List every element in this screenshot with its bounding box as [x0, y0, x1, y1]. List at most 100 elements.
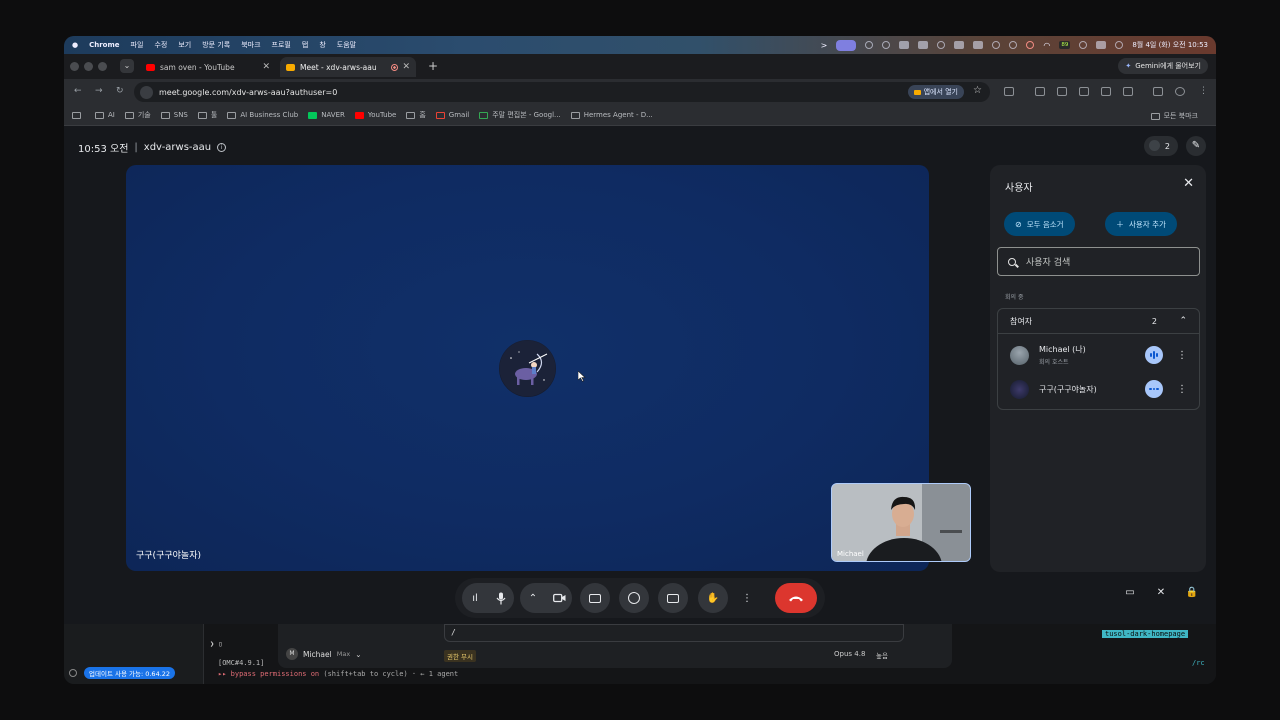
new-tab-button[interactable]: + [428, 59, 438, 73]
close-tab-icon[interactable]: ✕ [262, 62, 270, 72]
back-icon[interactable]: ← [74, 86, 82, 96]
more-options-icon[interactable]: ⋮ [1177, 350, 1187, 361]
close-tab-icon[interactable]: ✕ [402, 62, 410, 72]
apps-grid-icon[interactable] [72, 111, 85, 119]
bookmark-folder-tools[interactable]: 툴 [197, 110, 217, 120]
menu-extra-icon[interactable] [973, 41, 984, 49]
chat-icon[interactable]: ▭ [1116, 578, 1144, 606]
open-in-app-button[interactable]: 앱에서 열기 [907, 85, 964, 99]
sparkle-icon[interactable] [865, 41, 874, 49]
more-options-icon[interactable]: ⋮ [1177, 384, 1187, 395]
close-panel-icon[interactable]: ✕ [1183, 176, 1194, 191]
bug-icon[interactable] [918, 41, 929, 49]
meeting-info-icon[interactable]: i [217, 143, 227, 152]
host-controls-lock-icon[interactable]: 🔒 [1178, 578, 1206, 606]
reading-list-icon[interactable] [1153, 87, 1163, 96]
info-icon[interactable] [69, 669, 77, 677]
participant-row[interactable]: 구구(구구야놀자) ⋮ [998, 372, 1199, 406]
screen-share-status-icon[interactable] [836, 39, 857, 51]
chevron-up-icon[interactable]: ⌃ [1179, 316, 1187, 326]
tab-youtube[interactable]: sam oven - YouTube ✕ [140, 57, 276, 77]
bookmark-ai-business-club[interactable]: AI Business Club [227, 111, 298, 119]
search-people-input[interactable]: 사용자 검색 [997, 247, 1200, 276]
menu-bookmarks[interactable]: 북마크 [241, 40, 260, 50]
end-call-button[interactable] [775, 583, 817, 613]
keyboard-icon[interactable] [954, 41, 965, 49]
bookmark-hermes-agent[interactable]: Hermes Agent - D... [570, 111, 653, 119]
reactions-button[interactable] [619, 583, 649, 613]
activities-pen-icon[interactable]: ✎ [1186, 136, 1206, 156]
chevron-right-icon[interactable]: > [821, 41, 828, 50]
tab-meet[interactable]: Meet - xdv-arws-aau ✕ [280, 57, 416, 77]
apple-icon[interactable]: ● [72, 41, 78, 49]
menu-history[interactable]: 방문 기록 [202, 40, 230, 50]
menu-view[interactable]: 보기 [178, 40, 191, 50]
more-options-icon[interactable]: ⋮ [735, 583, 759, 613]
account-selector[interactable]: M Michael Max ⌄ [286, 648, 361, 660]
forward-icon[interactable]: → [95, 86, 103, 96]
raise-hand-button[interactable]: ✋ [698, 583, 728, 613]
window-zoom-button[interactable] [98, 62, 107, 71]
url-text[interactable]: meet.google.com/xdv-arws-aau?authuser=0 [159, 88, 337, 97]
bookmark-google-drive-doc[interactable]: 주말 편집본 - Googl... [479, 110, 561, 120]
menubar-app-name[interactable]: Chrome [89, 41, 119, 49]
menu-tab[interactable]: 탭 [302, 40, 308, 50]
window-minimize-button[interactable] [84, 62, 93, 71]
activities-icon[interactable]: ✕ [1147, 578, 1175, 606]
bookmark-home[interactable]: 홈 [406, 110, 426, 120]
bookmark-gmail[interactable]: Gmail [435, 111, 469, 119]
siri-icon[interactable] [1115, 41, 1124, 49]
effort-label[interactable]: 높음 [876, 650, 888, 660]
clipboard-icon[interactable] [899, 41, 910, 49]
gemini-button[interactable]: ✦ Gemini에게 물어보기 [1118, 58, 1208, 74]
address-bar[interactable]: meet.google.com/xdv-arws-aau?authuser=0 … [134, 82, 990, 102]
model-label[interactable]: Opus 4.8 [834, 650, 865, 658]
menu-file[interactable]: 파일 [131, 40, 144, 50]
window-close-button[interactable] [70, 62, 79, 71]
app-status-icon[interactable] [882, 41, 891, 49]
moon-icon[interactable] [1009, 41, 1018, 49]
spotlight-icon[interactable] [1079, 41, 1088, 49]
update-available-badge[interactable]: 업데이트 사용 가능: 0.64.22 [84, 667, 176, 679]
reload-icon[interactable]: ↻ [116, 86, 124, 96]
participants-header[interactable]: 참여자 2 ⌃ [998, 309, 1199, 334]
menu-profile[interactable]: 프로필 [272, 40, 291, 50]
chevron-up-icon[interactable]: ⌃ [520, 583, 546, 613]
mute-all-button[interactable]: ⊘ 모두 음소거 [1004, 212, 1075, 236]
cast-icon[interactable] [1035, 87, 1045, 96]
microphone-button[interactable] [488, 583, 514, 613]
bookmark-folder-tech[interactable]: 기술 [124, 110, 151, 120]
participant-row[interactable]: Michael (나) 회의 호스트 ⋮ [998, 338, 1199, 372]
chrome-icon[interactable] [937, 41, 946, 49]
captions-button[interactable] [658, 583, 688, 613]
all-bookmarks-button[interactable]: 모든 북마크 [1150, 111, 1198, 121]
translate-icon[interactable] [1057, 87, 1067, 96]
menu-window[interactable]: 창 [319, 40, 325, 50]
camera-button[interactable] [546, 583, 572, 613]
chrome-menu-icon[interactable]: ⋮ [1199, 86, 1208, 96]
extension-icon[interactable] [1004, 87, 1014, 96]
menu-edit[interactable]: 수정 [154, 40, 167, 50]
people-count-button[interactable]: 2 [1144, 136, 1178, 156]
self-view-tile[interactable]: Michael [831, 483, 971, 562]
site-info-icon[interactable] [140, 85, 153, 99]
bookmark-folder-sns[interactable]: SNS [160, 111, 188, 119]
prompt-input[interactable]: / [444, 624, 904, 642]
permission-mode-badge[interactable]: 권한 무시 [444, 650, 476, 662]
battery-indicator[interactable]: 89 [1059, 41, 1071, 49]
tab-search-chevron-icon[interactable]: ⌄ [120, 59, 134, 73]
profile-avatar[interactable] [1175, 87, 1185, 96]
bookmark-youtube[interactable]: YouTube [354, 111, 396, 119]
play-icon[interactable] [992, 41, 1001, 49]
link-icon[interactable] [1079, 87, 1089, 96]
main-video-tile[interactable]: 구구(구구야놀자) [126, 165, 929, 571]
menubar-clock[interactable]: 8월 4일 (화) 오전 10:53 [1132, 40, 1208, 50]
bookmark-folder-ai[interactable]: AI [95, 111, 115, 119]
audio-settings-icon[interactable]: ıl [462, 583, 488, 613]
control-center-icon[interactable] [1096, 41, 1107, 49]
menu-help[interactable]: 도움말 [337, 40, 356, 50]
bookmark-naver[interactable]: NAVER [308, 111, 345, 119]
present-screen-button[interactable] [580, 583, 610, 613]
input-source-icon[interactable] [1026, 41, 1035, 49]
add-people-button[interactable]: ＋ 사용자 추가 [1105, 212, 1177, 236]
